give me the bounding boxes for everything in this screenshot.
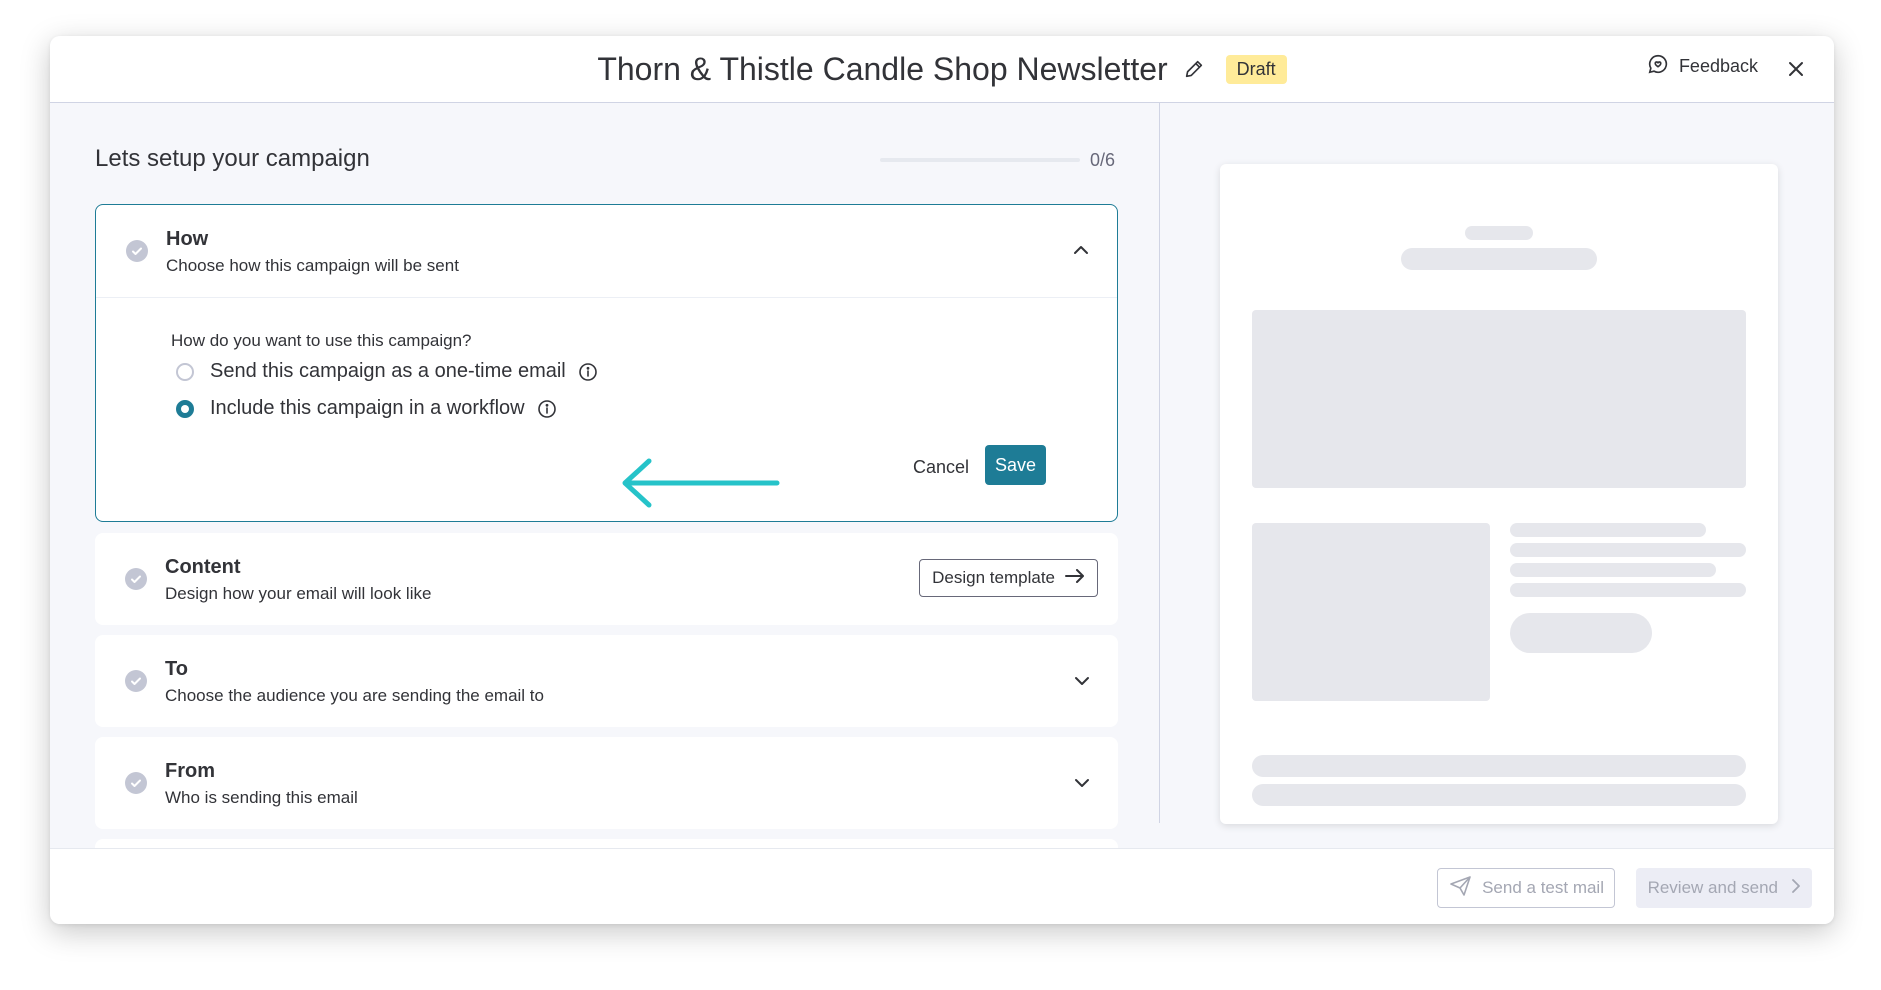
option-label: Include this campaign in a workflow — [210, 397, 525, 419]
question-label: How do you want to use this campaign? — [171, 331, 472, 350]
preview-skeleton — [1465, 226, 1533, 240]
preview-skeleton — [1401, 248, 1597, 270]
preview-skeleton — [1510, 583, 1746, 597]
feedback-label: Feedback — [1678, 56, 1758, 76]
modal-footer: Send a test mail Review and send — [50, 848, 1834, 924]
check-icon — [126, 240, 148, 262]
section-subtitle: Choose the audience you are sending the … — [165, 686, 544, 705]
section-how-header[interactable]: How Choose how this campaign will be sen… — [96, 205, 1117, 298]
progress-bar — [880, 158, 1080, 162]
feedback-icon — [1647, 53, 1669, 80]
preview-skeleton — [1510, 563, 1716, 577]
option-workflow[interactable]: Include this campaign in a workflow — [176, 397, 557, 420]
send-test-mail-button[interactable]: Send a test mail — [1437, 868, 1615, 908]
email-preview — [1220, 164, 1778, 824]
section-from[interactable]: From Who is sending this email — [95, 737, 1118, 829]
option-one-time-email[interactable]: Send this campaign as a one-time email — [176, 360, 598, 383]
section-title: Content — [165, 556, 241, 578]
panel-divider — [1159, 103, 1160, 823]
chevron-up-icon[interactable] — [1071, 240, 1091, 260]
preview-skeleton — [1252, 784, 1746, 806]
chevron-right-icon — [1792, 878, 1800, 898]
chevron-down-icon[interactable] — [1072, 671, 1092, 691]
section-how: How Choose how this campaign will be sen… — [95, 204, 1118, 522]
section-subtitle: Who is sending this email — [165, 788, 358, 807]
radio-button-selected[interactable] — [176, 399, 194, 418]
setup-panel: Lets setup your campaign 0/6 How Choose … — [50, 103, 1158, 879]
section-subtitle: Design how your email will look like — [165, 584, 432, 603]
cancel-button[interactable]: Cancel — [901, 449, 981, 486]
preview-skeleton-image — [1252, 310, 1746, 488]
preview-skeleton-button — [1510, 613, 1652, 653]
section-content: Content Design how your email will look … — [95, 533, 1118, 625]
check-icon — [125, 772, 147, 794]
section-title: From — [165, 760, 215, 782]
section-title: How — [166, 228, 209, 250]
chevron-down-icon[interactable] — [1072, 773, 1092, 793]
status-badge: Draft — [1225, 54, 1287, 84]
campaign-modal: Thorn & Thistle Candle Shop Newsletter D… — [50, 36, 1834, 924]
info-icon[interactable] — [537, 399, 557, 419]
preview-skeleton — [1510, 543, 1746, 557]
preview-skeleton — [1252, 755, 1746, 777]
check-icon — [125, 568, 147, 590]
close-icon[interactable] — [1784, 57, 1808, 81]
design-template-button[interactable]: Design template — [919, 559, 1098, 597]
feedback-button[interactable]: Feedback — [1647, 53, 1758, 80]
section-title: To — [165, 658, 188, 680]
progress-text: 0/6 — [1090, 150, 1116, 170]
pencil-icon[interactable] — [1182, 57, 1206, 81]
preview-skeleton-image — [1252, 523, 1490, 701]
section-to[interactable]: To Choose the audience you are sending t… — [95, 635, 1118, 727]
modal-header: Thorn & Thistle Candle Shop Newsletter D… — [50, 36, 1834, 103]
design-template-label: Design template — [932, 568, 1055, 587]
info-icon[interactable] — [578, 362, 598, 382]
campaign-title: Thorn & Thistle Candle Shop Newsletter — [597, 50, 1168, 87]
page-title: Lets setup your campaign — [95, 145, 370, 172]
preview-skeleton — [1510, 523, 1706, 537]
paper-plane-icon — [1450, 875, 1472, 901]
save-button[interactable]: Save — [985, 445, 1047, 485]
review-and-send-label: Review and send — [1647, 878, 1778, 897]
radio-button[interactable] — [176, 362, 194, 381]
section-subtitle: Choose how this campaign will be sent — [166, 256, 459, 275]
review-and-send-button[interactable]: Review and send — [1635, 868, 1812, 908]
arrow-right-icon — [1065, 568, 1085, 588]
annotation-arrow-icon — [622, 458, 780, 508]
check-icon — [125, 670, 147, 692]
send-test-mail-label: Send a test mail — [1482, 878, 1604, 897]
option-label: Send this campaign as a one-time email — [210, 360, 566, 382]
